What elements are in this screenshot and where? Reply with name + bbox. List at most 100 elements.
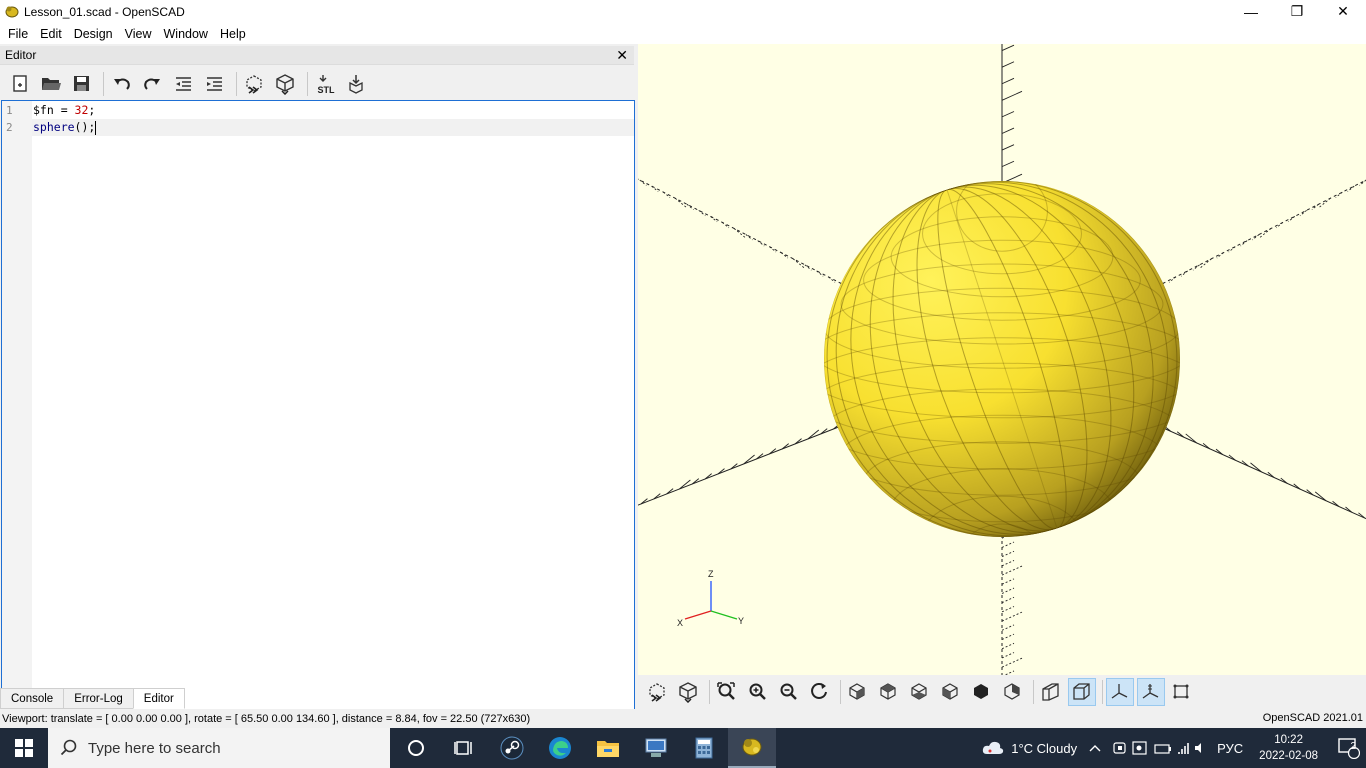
menu-window[interactable]: Window	[158, 27, 214, 41]
taskbar-file-explorer[interactable]	[584, 728, 632, 768]
taskbar-edge[interactable]	[536, 728, 584, 768]
search-icon	[60, 739, 78, 757]
line-number: 2	[6, 121, 13, 134]
3d-viewport[interactable]: Z Y X	[638, 44, 1366, 675]
view-top-button[interactable]	[875, 678, 903, 706]
cortana-icon	[408, 740, 424, 756]
system-tray: 1°C Cloudy РУС 10:22 2022-02-08 2	[975, 728, 1366, 768]
zoom-out-button[interactable]	[775, 678, 803, 706]
show-hidden-icons-button[interactable]	[1089, 744, 1101, 752]
title-bar: Lesson_01.scad - OpenSCAD — ❐ ✕	[0, 0, 1366, 23]
tab-console[interactable]: Console	[0, 688, 65, 709]
taskbar-clock[interactable]: 10:22 2022-02-08	[1259, 732, 1318, 764]
openscad-taskbar-icon	[742, 738, 762, 756]
task-view-icon	[454, 741, 472, 755]
view-back-button[interactable]	[999, 678, 1027, 706]
toolbar-separator	[236, 72, 237, 96]
view-left-button[interactable]	[937, 678, 965, 706]
perspective-icon	[1042, 683, 1059, 701]
render-button[interactable]	[675, 678, 703, 706]
open-file-button[interactable]	[37, 70, 65, 98]
code-line: $fn = 32;	[33, 102, 95, 119]
render-button[interactable]	[272, 70, 300, 98]
notification-center-button[interactable]: 2	[1332, 728, 1366, 768]
perspective-button[interactable]	[1037, 678, 1065, 706]
save-icon	[74, 76, 89, 91]
save-button[interactable]	[68, 70, 96, 98]
indent-button[interactable]	[201, 70, 229, 98]
view-all-button[interactable]	[713, 678, 741, 706]
indent-icon	[207, 77, 222, 91]
export-stl-button[interactable]: STL	[312, 70, 340, 98]
preview-button[interactable]	[644, 678, 672, 706]
minimize-button[interactable]: —	[1228, 0, 1274, 23]
bottom-tab-bar: Console Error-Log Editor	[0, 687, 638, 709]
menu-design[interactable]: Design	[68, 27, 119, 41]
code-token: $fn =	[33, 103, 75, 117]
show-axes-button[interactable]	[1106, 678, 1134, 706]
weather-widget[interactable]: 1°C Cloudy	[981, 739, 1077, 757]
show-scale-markers-button[interactable]	[1137, 678, 1165, 706]
taskbar-calculator[interactable]	[680, 728, 728, 768]
redo-button[interactable]	[139, 70, 167, 98]
view-right-button[interactable]	[844, 678, 872, 706]
sphere-model	[824, 181, 1180, 537]
toolbar-separator	[307, 72, 308, 96]
code-token: ();	[74, 120, 96, 134]
editor-pane: Editor ✕ STL 1 $fn = 32; 2 sphere();	[0, 44, 638, 731]
editor-dock-close-button[interactable]: ✕	[616, 47, 628, 64]
view-front-button[interactable]	[968, 678, 996, 706]
show-edges-button[interactable]	[1168, 678, 1196, 706]
taskbar-control-panel[interactable]	[632, 728, 680, 768]
code-editor[interactable]: 1 $fn = 32; 2 sphere();	[1, 100, 635, 731]
start-button[interactable]	[0, 728, 48, 768]
view-back-icon	[1004, 683, 1020, 700]
menu-help[interactable]: Help	[214, 27, 252, 41]
edge-icon	[549, 737, 571, 759]
tab-error-log[interactable]: Error-Log	[63, 688, 134, 709]
taskbar-search-box[interactable]: Type here to search	[48, 728, 390, 768]
view-right-icon	[849, 683, 865, 700]
viewport-toolbar	[638, 675, 1366, 709]
editor-dock-title-label: Editor	[5, 48, 37, 62]
toolbar-separator	[840, 680, 841, 704]
unindent-button[interactable]	[170, 70, 198, 98]
menu-file[interactable]: File	[2, 27, 34, 41]
tray-app-icons	[1113, 740, 1205, 756]
open-file-icon	[42, 78, 61, 90]
render-icon	[679, 682, 697, 703]
zoom-out-icon	[780, 683, 797, 700]
clock-time: 10:22	[1274, 734, 1303, 746]
new-file-button[interactable]	[6, 70, 34, 98]
cortana-button[interactable]	[392, 728, 440, 768]
view-bottom-button[interactable]	[906, 678, 934, 706]
orthogonal-button[interactable]	[1068, 678, 1096, 706]
gizmo-label-y: Y	[738, 616, 744, 626]
view-top-icon	[880, 683, 896, 700]
cloud-icon	[983, 741, 1004, 754]
code-token: sphere	[33, 120, 75, 134]
gizmo-label-x: X	[677, 618, 683, 628]
language-indicator[interactable]: РУС	[1217, 741, 1243, 756]
code-line: sphere();	[33, 119, 97, 136]
menu-edit[interactable]: Edit	[34, 27, 68, 41]
preview-button[interactable]	[241, 70, 269, 98]
current-line-highlight	[32, 119, 634, 136]
folder-icon	[597, 741, 619, 757]
taskbar-steam[interactable]	[488, 728, 536, 768]
undo-button[interactable]	[108, 70, 136, 98]
zoom-in-button[interactable]	[744, 678, 772, 706]
preview-icon	[246, 75, 262, 94]
taskbar-openscad[interactable]	[728, 728, 776, 768]
close-button[interactable]: ✕	[1320, 0, 1366, 23]
redo-icon	[144, 78, 160, 90]
clock-date: 2022-02-08	[1259, 750, 1318, 762]
task-view-button[interactable]	[440, 728, 488, 768]
menu-view[interactable]: View	[119, 27, 158, 41]
reset-view-button[interactable]	[806, 678, 834, 706]
tab-editor[interactable]: Editor	[132, 688, 185, 709]
show-edges-icon	[1173, 684, 1189, 699]
svg-text:STL: STL	[318, 85, 336, 95]
send-to-print-button[interactable]	[343, 70, 371, 98]
maximize-button[interactable]: ❐	[1274, 0, 1320, 23]
